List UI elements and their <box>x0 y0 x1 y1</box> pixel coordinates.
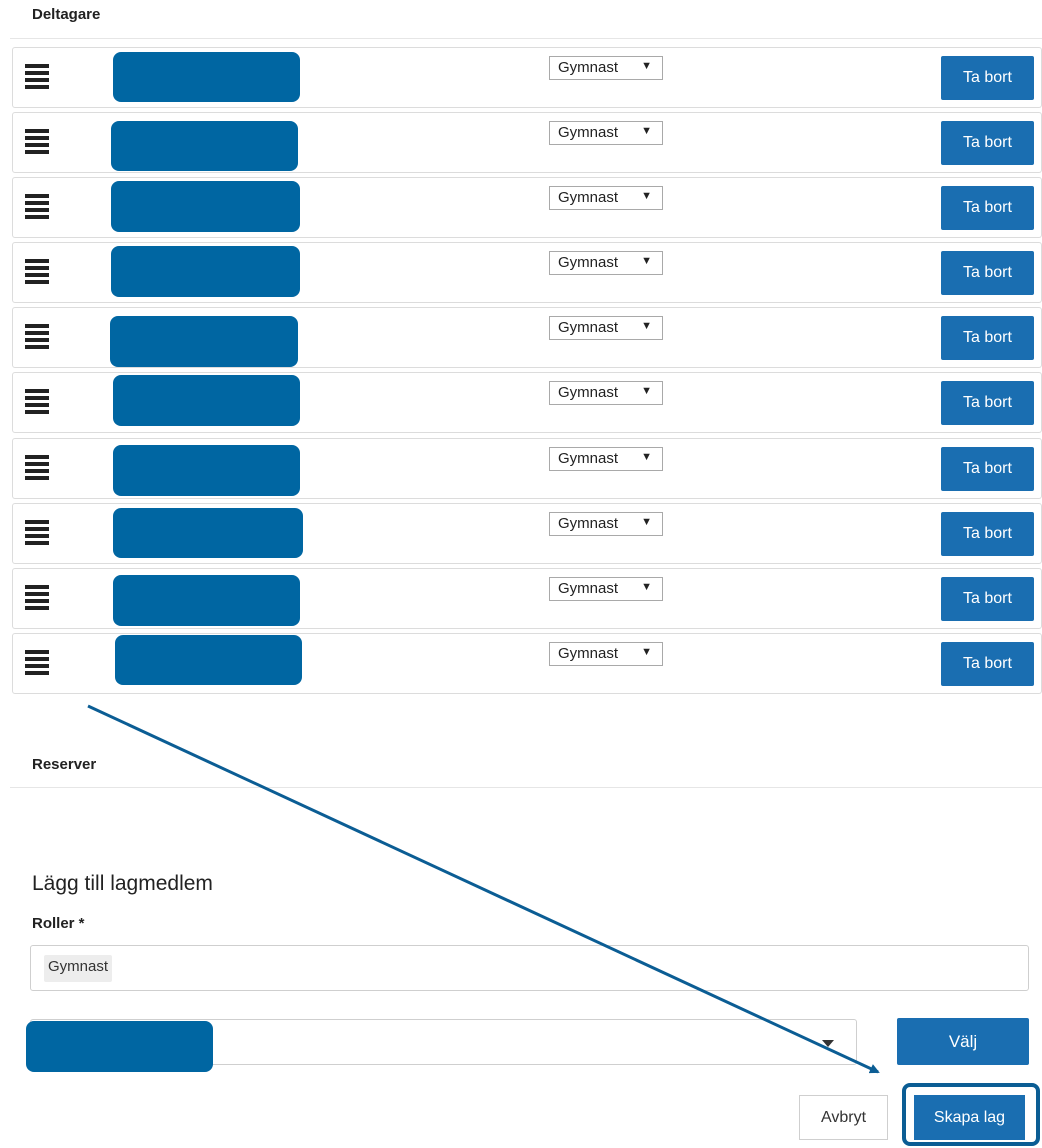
drag-handle-icon[interactable] <box>25 389 49 417</box>
role-select[interactable]: Gymnast ▼ <box>549 447 663 471</box>
drag-handle-icon[interactable] <box>25 64 49 92</box>
redacted-participant-name <box>113 52 300 102</box>
drag-handle-icon[interactable] <box>25 259 49 287</box>
remove-button[interactable]: Ta bort <box>941 251 1034 295</box>
role-select[interactable]: Gymnast ▼ <box>549 316 663 340</box>
redacted-participant-name <box>113 508 303 558</box>
remove-button[interactable]: Ta bort <box>941 316 1034 360</box>
remove-button[interactable]: Ta bort <box>941 447 1034 491</box>
drag-handle-icon[interactable] <box>25 650 49 678</box>
role-select-value: Gymnast <box>558 645 619 662</box>
dropdown-arrow-icon: ▼ <box>641 125 652 137</box>
dropdown-arrow-icon: ▼ <box>641 451 652 463</box>
dropdown-arrow-icon: ▼ <box>641 255 652 267</box>
dropdown-arrow-icon: ▼ <box>641 581 652 593</box>
drag-handle-icon[interactable] <box>25 455 49 483</box>
drag-handle-icon[interactable] <box>25 520 49 548</box>
remove-button[interactable]: Ta bort <box>941 121 1034 165</box>
role-select-value: Gymnast <box>558 384 619 401</box>
role-select[interactable]: Gymnast ▼ <box>549 251 663 275</box>
create-team-button[interactable]: Skapa lag <box>914 1095 1025 1140</box>
add-member-heading: Lägg till lagmedlem <box>32 872 213 895</box>
role-select-value: Gymnast <box>558 450 619 467</box>
role-select-value: Gymnast <box>558 124 619 141</box>
redacted-participant-name <box>111 246 300 297</box>
roles-multiselect[interactable]: Gymnast <box>30 945 1029 991</box>
participants-heading: Deltagare <box>32 6 101 23</box>
role-select-value: Gymnast <box>558 189 619 206</box>
redacted-participant-name <box>111 121 298 171</box>
dropdown-arrow-icon: ▼ <box>641 60 652 72</box>
role-select[interactable]: Gymnast ▼ <box>549 512 663 536</box>
dropdown-arrow-icon: ▼ <box>641 385 652 397</box>
divider <box>10 38 1042 39</box>
role-select-value: Gymnast <box>558 515 619 532</box>
dropdown-arrow-icon: ▼ <box>641 190 652 202</box>
remove-button[interactable]: Ta bort <box>941 512 1034 556</box>
role-select[interactable]: Gymnast ▼ <box>549 642 663 666</box>
drag-handle-icon[interactable] <box>25 194 49 222</box>
role-select[interactable]: Gymnast ▼ <box>549 577 663 601</box>
redacted-participant-name <box>115 635 302 685</box>
remove-button[interactable]: Ta bort <box>941 381 1034 425</box>
role-chip[interactable]: Gymnast <box>44 955 113 982</box>
choose-button[interactable]: Välj <box>897 1018 1029 1065</box>
chevron-down-icon <box>822 1040 834 1047</box>
remove-button[interactable]: Ta bort <box>941 577 1034 621</box>
redacted-participant-name <box>113 375 300 426</box>
cancel-button[interactable]: Avbryt <box>799 1095 888 1140</box>
remove-button[interactable]: Ta bort <box>941 56 1034 100</box>
redacted-participant-name <box>110 316 298 367</box>
redacted-participant-name <box>113 575 300 626</box>
dropdown-arrow-icon: ▼ <box>641 320 652 332</box>
redacted-person-name <box>26 1021 213 1072</box>
drag-handle-icon[interactable] <box>25 324 49 352</box>
role-select-value: Gymnast <box>558 319 619 336</box>
redacted-participant-name <box>111 181 300 232</box>
role-select[interactable]: Gymnast ▼ <box>549 56 663 80</box>
remove-button[interactable]: Ta bort <box>941 186 1034 230</box>
reserves-heading: Reserver <box>32 756 97 773</box>
drag-handle-icon[interactable] <box>25 585 49 613</box>
role-select-value: Gymnast <box>558 59 619 76</box>
roles-label: Roller * <box>32 915 85 932</box>
redacted-participant-name <box>113 445 300 496</box>
divider <box>10 787 1042 788</box>
remove-button[interactable]: Ta bort <box>941 642 1034 686</box>
role-select[interactable]: Gymnast ▼ <box>549 186 663 210</box>
drag-handle-icon[interactable] <box>25 129 49 157</box>
dropdown-arrow-icon: ▼ <box>641 646 652 658</box>
role-select-value: Gymnast <box>558 580 619 597</box>
role-select-value: Gymnast <box>558 254 619 271</box>
role-select[interactable]: Gymnast ▼ <box>549 381 663 405</box>
dropdown-arrow-icon: ▼ <box>641 516 652 528</box>
role-select[interactable]: Gymnast ▼ <box>549 121 663 145</box>
